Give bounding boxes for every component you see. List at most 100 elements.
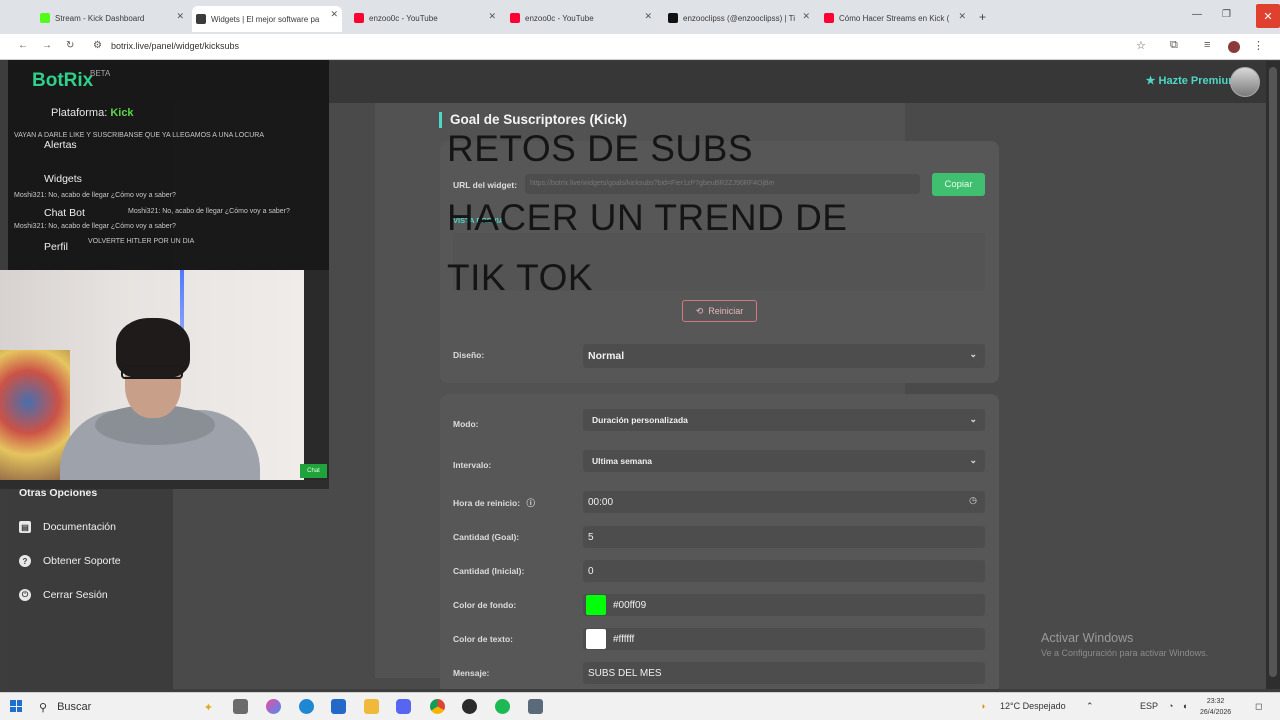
url-field[interactable]: botrix.live/panel/widget/kicksubs xyxy=(111,41,239,51)
goal-input[interactable]: 5 xyxy=(583,526,985,548)
chevron-down-icon: ⌄ xyxy=(969,414,977,424)
windows-start-icon[interactable] xyxy=(10,700,22,712)
weather-text[interactable]: 12°C Despejado xyxy=(1000,701,1066,711)
reset-time-label: Hora de reinicio: ⓘ xyxy=(453,497,535,509)
bg-color-swatch[interactable] xyxy=(586,595,606,615)
close-icon[interactable]: ✕ xyxy=(176,11,184,22)
activate-windows-watermark: Activar Windows Ve a Configuración para … xyxy=(1041,631,1208,658)
task-view-icon[interactable] xyxy=(233,699,248,714)
menu-icon[interactable]: ⋮ xyxy=(1253,39,1264,52)
botrix-icon xyxy=(196,14,206,24)
tab-youtube-3[interactable]: Cómo Hacer Streams en Kick ( ✕ xyxy=(820,8,970,28)
site-info-icon[interactable]: ⚙ xyxy=(93,40,102,51)
tab-tiktok[interactable]: enzooclipss (@enzooclipss) | Ti ✕ xyxy=(664,8,814,28)
interval-select[interactable]: Ultima semana ⌄ xyxy=(583,450,985,472)
page-title: Goal de Suscriptores (Kick) xyxy=(439,112,627,128)
close-icon[interactable]: ✕ xyxy=(802,11,810,22)
copy-button[interactable]: Copiar xyxy=(932,173,985,196)
obs-icon[interactable] xyxy=(462,699,477,714)
app-icon[interactable] xyxy=(528,699,543,714)
forward-icon[interactable]: → xyxy=(42,40,52,51)
tab-widgets[interactable]: Widgets | El mejor software pa ✕ xyxy=(192,6,342,32)
mode-label: Modo: xyxy=(453,419,479,429)
lang-indicator[interactable]: ESP xyxy=(1140,701,1158,711)
chat-nav-alertas[interactable]: Alertas xyxy=(44,139,77,151)
plush-toy xyxy=(0,350,70,480)
sidebar-item-label: Documentación xyxy=(43,521,116,533)
initial-label: Cantidad (Inicial): xyxy=(453,566,525,576)
tab-kick-dashboard[interactable]: Stream - Kick Dashboard ✕ xyxy=(36,8,188,28)
close-icon[interactable]: ✕ xyxy=(958,11,966,22)
chat-nav-chatbot[interactable]: Chat Bot xyxy=(44,207,85,219)
store-icon[interactable] xyxy=(331,699,346,714)
taskbar-search[interactable]: ⚲ Buscar ✦ xyxy=(33,695,219,719)
tab-youtube-1[interactable]: enzoo0c - YouTube ✕ xyxy=(350,8,500,28)
webcam-side-panel xyxy=(304,270,329,489)
chevron-down-icon: ⌄ xyxy=(969,349,977,359)
reset-time-input[interactable]: 00:00 ◷ xyxy=(583,491,985,513)
new-tab-icon[interactable]: + xyxy=(979,10,986,24)
close-icon[interactable]: ✕ xyxy=(330,9,338,20)
chat-message: Moshi321: No, acabo de llegar ¿Cómo voy … xyxy=(14,223,176,230)
reset-button[interactable]: ⟲ Reiniciar xyxy=(682,300,757,322)
widget-url-field[interactable]: https://botrix.live/widgets/goals/kicksu… xyxy=(525,174,920,194)
overlay-line-3: TIK TOK xyxy=(447,257,594,298)
reset-icon: ⟲ xyxy=(695,305,704,316)
chat-nav-perfil[interactable]: Perfil xyxy=(44,241,68,253)
chrome-icon[interactable] xyxy=(430,699,445,714)
chat-nav-widgets[interactable]: Widgets xyxy=(44,173,82,185)
chat-button[interactable]: Chat xyxy=(300,464,327,478)
profile-avatar[interactable] xyxy=(1228,41,1240,53)
close-icon[interactable]: ✕ xyxy=(644,11,652,22)
wifi-icon[interactable]: ◔ xyxy=(1168,701,1173,711)
message-input[interactable]: SUBS DEL MES xyxy=(583,662,985,684)
initial-input[interactable]: 0 xyxy=(583,560,985,582)
folder-icon[interactable] xyxy=(364,699,379,714)
weather-icon: ◑ xyxy=(980,701,986,711)
help-icon: ? xyxy=(19,555,31,567)
design-label: Diseño: xyxy=(453,350,485,360)
notification-icon[interactable]: ◻ xyxy=(1255,701,1262,712)
tray-chevron-icon[interactable]: ⌃ xyxy=(1086,701,1094,712)
page-scrollbar[interactable] xyxy=(1266,61,1280,689)
volume-icon[interactable]: ◖ xyxy=(1182,701,1187,711)
minimize-icon[interactable]: — xyxy=(1192,9,1202,20)
scroll-thumb[interactable] xyxy=(1269,67,1277,677)
restore-icon[interactable]: ❐ xyxy=(1222,9,1231,20)
extensions-icon[interactable]: ⧉ xyxy=(1170,39,1178,52)
address-bar: ← → ↻ ⚙ botrix.live/panel/widget/kicksub… xyxy=(0,34,1280,60)
watermark-line-1: Activar Windows xyxy=(1041,631,1134,645)
text-color-value: #ffffff xyxy=(613,633,635,645)
text-color-input[interactable]: #ffffff xyxy=(583,628,985,650)
spotify-icon[interactable] xyxy=(495,699,510,714)
design-value: Normal xyxy=(588,350,625,362)
close-icon[interactable]: ✕ xyxy=(488,11,496,22)
botrix-logo: BotRix xyxy=(32,70,94,91)
window-close-button[interactable]: ✕ xyxy=(1256,4,1280,28)
bg-color-input[interactable]: #00ff09 xyxy=(583,594,985,616)
bookmark-star-icon[interactable]: ☆ xyxy=(1136,39,1146,52)
mode-select[interactable]: Duración personalizada ⌄ xyxy=(583,409,985,431)
design-select[interactable]: Normal ⌄ xyxy=(583,344,985,368)
text-color-label: Color de texto: xyxy=(453,634,513,644)
platform-line: Plataforma: Kick xyxy=(51,107,134,119)
tab-label: enzooclipss (@enzooclipss) | Ti xyxy=(683,13,796,23)
premium-link[interactable]: ★ Hazte Premium xyxy=(1146,74,1238,87)
media-icon[interactable]: ≡ xyxy=(1204,39,1210,51)
user-avatar[interactable] xyxy=(1230,67,1260,97)
tab-label: Widgets | El mejor software pa xyxy=(211,14,320,24)
tab-youtube-2[interactable]: enzoo0c - YouTube ✕ xyxy=(506,8,656,28)
discord-icon[interactable] xyxy=(396,699,411,714)
reload-icon[interactable]: ↻ xyxy=(66,40,74,51)
edge-icon[interactable] xyxy=(299,699,314,714)
clock-icon[interactable]: ◷ xyxy=(969,495,977,506)
clock[interactable]: 23:32 26/4/2026 xyxy=(1200,696,1231,718)
text-color-swatch[interactable] xyxy=(586,629,606,649)
watermark-line-2: Ve a Configuración para activar Windows. xyxy=(1041,648,1209,658)
copilot-icon[interactable] xyxy=(266,699,281,714)
sidebar-item-logout[interactable]: ⏻ Cerrar Sesión xyxy=(19,589,108,601)
sidebar-item-support[interactable]: ? Obtener Soporte xyxy=(19,555,121,567)
info-icon: ⓘ xyxy=(526,498,535,508)
back-icon[interactable]: ← xyxy=(18,40,28,51)
sidebar-item-docs[interactable]: ▤ Documentación xyxy=(19,521,116,533)
